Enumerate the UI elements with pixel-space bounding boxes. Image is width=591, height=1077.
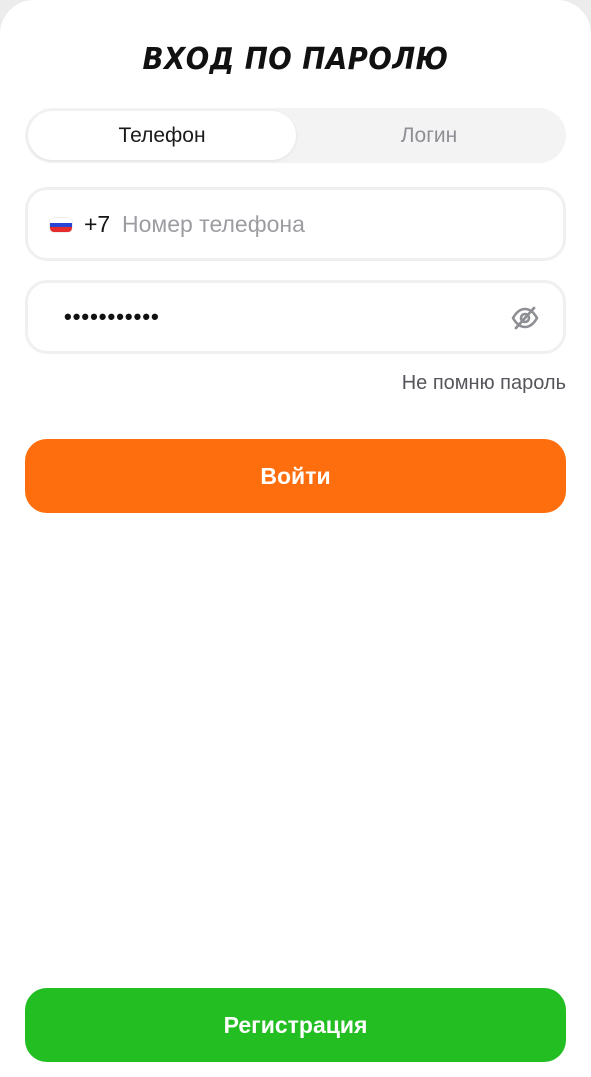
phone-input[interactable] [122, 206, 542, 242]
forgot-password-link[interactable]: Не помню пароль [402, 370, 566, 396]
password-masked-value: ••••••••••• [64, 304, 160, 329]
login-method-tabs: Телефон Логин [25, 108, 566, 163]
russia-flag-icon [50, 218, 72, 232]
login-sheet: ВХОД ПО ПАРОЛЮ Телефон Логин +7 ••••••••… [0, 0, 591, 1077]
country-code-prefix: +7 [84, 211, 111, 237]
login-button[interactable]: Войти [25, 439, 566, 513]
phone-field[interactable]: +7 [25, 187, 566, 261]
tab-login[interactable]: Логин [295, 111, 563, 160]
page-title: ВХОД ПО ПАРОЛЮ [142, 42, 449, 77]
tab-phone[interactable]: Телефон [28, 111, 296, 160]
register-button[interactable]: Регистрация [25, 988, 566, 1062]
password-field[interactable]: ••••••••••• [25, 280, 566, 354]
eye-off-icon[interactable] [511, 305, 539, 331]
